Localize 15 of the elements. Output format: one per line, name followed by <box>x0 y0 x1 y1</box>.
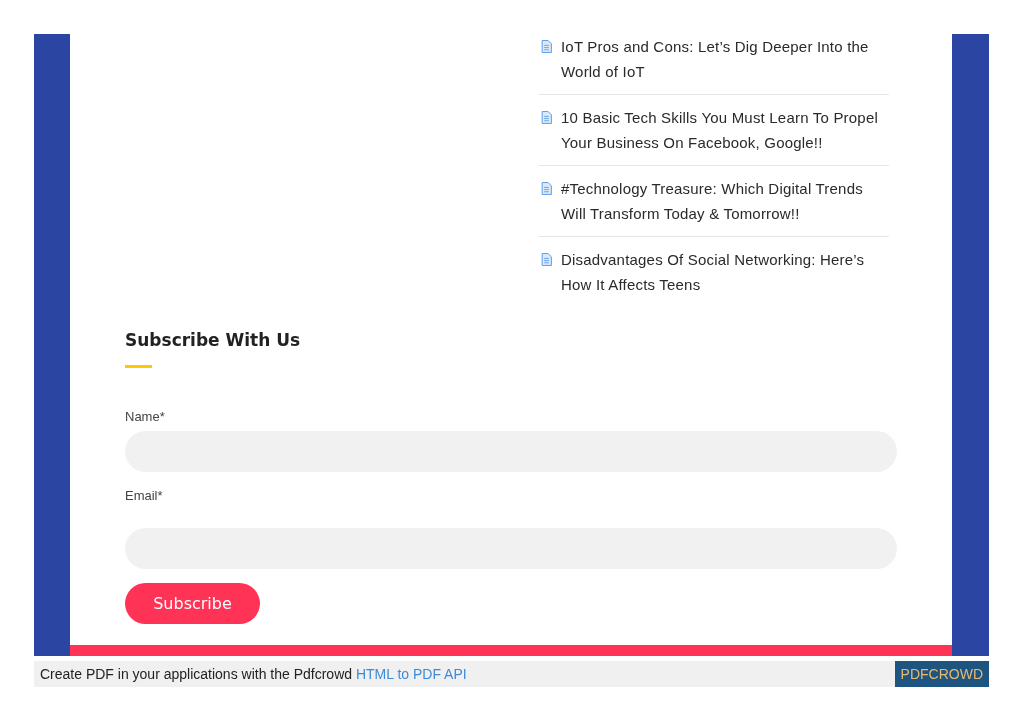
section-heading: Subscribe With Us <box>125 329 302 352</box>
article-link[interactable]: IoT Pros and Cons: Let’s Dig Deeper Into the World of IoT <box>561 34 889 84</box>
brand-badge[interactable]: PDFCROWD <box>894 661 989 687</box>
document-icon <box>541 253 552 266</box>
document-icon <box>541 182 552 195</box>
document-icon <box>541 40 552 53</box>
heading-underline <box>125 365 152 368</box>
article-link[interactable]: 10 Basic Tech Skills You Must Learn To Propel Your Business On Facebook, Google!! <box>561 105 889 155</box>
article-link[interactable]: Disadvantages Of Social Networking: Here’s How It Affects Teens <box>561 247 889 297</box>
field-label: Email* <box>125 488 164 504</box>
subscribe-button[interactable]: Subscribe <box>125 583 260 624</box>
document-icon <box>541 111 552 124</box>
footer-text: Create PDF in your applications with the Pdfcrowd HTML to PDF API <box>39 666 467 682</box>
article-link[interactable]: #Technology Treasure: Which Digital Trends Will Transform Today & Tomorrow!! <box>561 176 889 226</box>
field-label: Name* <box>125 409 166 425</box>
